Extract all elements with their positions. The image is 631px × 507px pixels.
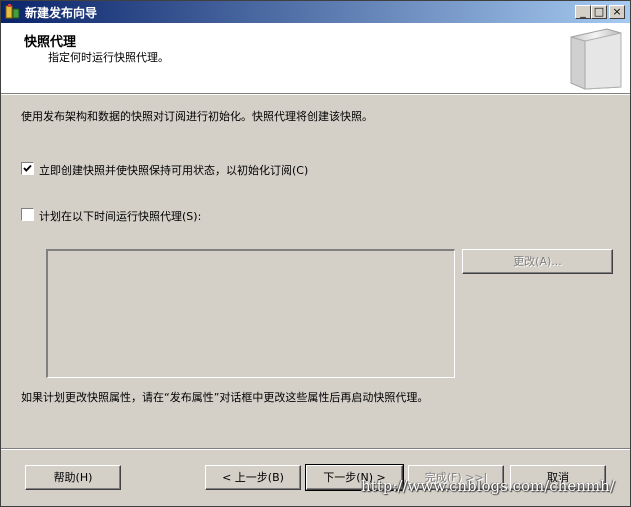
change-schedule-button[interactable]: 更改(A)... [462,249,613,274]
footer-divider [1,448,630,450]
window-title: 新建发布向导 [25,6,98,20]
schedule-snapshot-label: 计划在以下时间运行快照代理(S): [39,210,202,223]
create-snapshot-checkbox[interactable] [21,162,34,175]
schedule-snapshot-checkbox[interactable] [21,208,34,221]
watermark-text: http://www.cnblogs.com/chenmh/ [361,477,615,495]
back-button[interactable]: < 上一步(B) [205,465,301,490]
page-subtitle: 指定何时运行快照代理。 [48,51,169,64]
checkmark-icon [23,164,32,172]
header-divider [1,93,630,95]
maximize-button[interactable]: □ [591,5,607,19]
create-snapshot-label: 立即创建快照并使快照保持可用状态，以初始化订阅(C) [39,164,309,177]
description-text: 使用发布架构和数据的快照对订阅进行初始化。快照代理将创建该快照。 [21,110,373,123]
note-text: 如果计划更改快照属性，请在“发布属性”对话框中更改这些属性后再启动快照代理。 [21,391,429,404]
book-icon [570,28,622,90]
wizard-window: 新建发布向导 _ □ × 快照代理 指定何时运行快照代理。 使用发布架构和数据的… [0,0,631,507]
wizard-app-icon [5,4,20,19]
wizard-header: 快照代理 指定何时运行快照代理。 [1,23,630,93]
page-title: 快照代理 [24,35,77,50]
minimize-button[interactable]: _ [575,5,591,19]
help-button[interactable]: 帮助(H) [25,465,121,490]
title-bar[interactable]: 新建发布向导 _ □ × [1,1,630,23]
schedule-display-box [46,249,455,378]
close-button[interactable]: × [609,5,625,19]
